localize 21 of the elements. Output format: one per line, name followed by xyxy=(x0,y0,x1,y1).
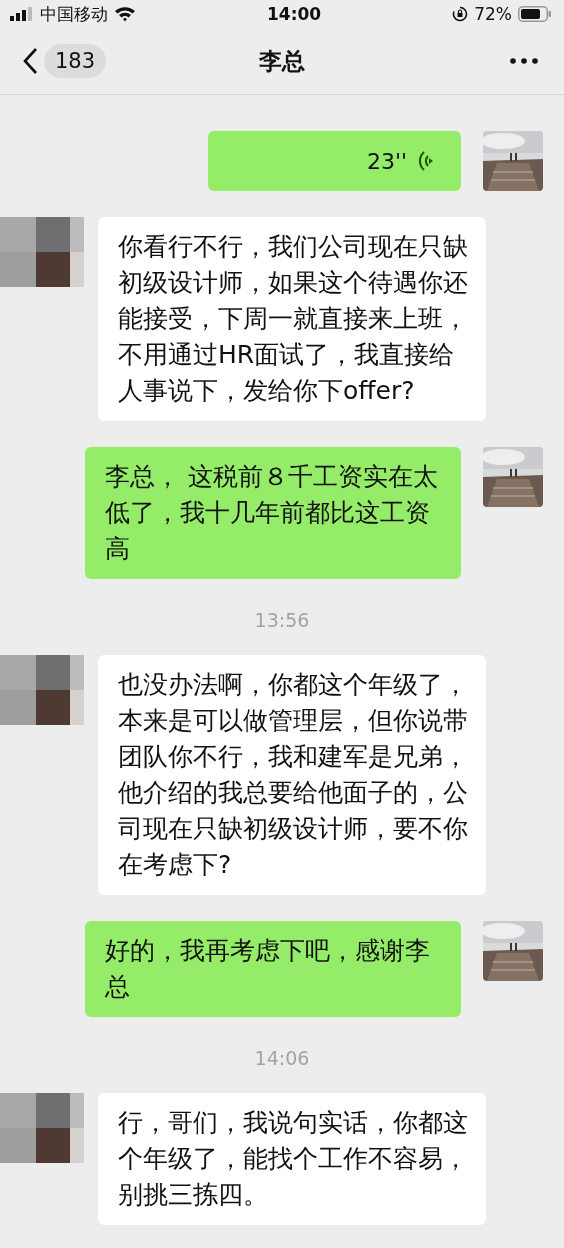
message-bubble: 你看行不行，我们公司现在只缺初级设计师，如果这个待遇你还能接受，下周一就直接来上班，不用通过HR面试了，我直接给人事说下，发给你下offer? xyxy=(98,217,486,421)
more-icon xyxy=(510,58,538,64)
battery-percent: 72% xyxy=(474,4,512,24)
battery-icon xyxy=(518,6,552,22)
back-button[interactable] xyxy=(22,47,38,75)
timestamp: 14:06 xyxy=(254,1047,310,1069)
timestamp: 13:56 xyxy=(254,609,310,631)
chat-title: 李总 xyxy=(259,46,305,76)
message-bubble: 行，哥们，我说句实话，你都这个年级了，能找个工作不容易，别挑三拣四。 xyxy=(98,1093,486,1225)
voice-wave-icon xyxy=(419,149,433,173)
message-bubble: 好的，我再考虑下吧，感谢李总 xyxy=(85,921,461,1017)
clock-time: 14:00 xyxy=(267,4,322,24)
message-bubble: 李总， 这税前８千工资实在太低了，我十几年前都比这工资高 xyxy=(85,447,461,579)
rotation-lock-icon xyxy=(452,6,469,22)
message-bubble: 也没办法啊，你都这个年级了，本来是可以做管理层，但你说带团队你不行，我和建军是兄弟，他介绍的我总要给他面子的，公司现在只缺初级设计师，要不你在考虑下? xyxy=(98,655,486,895)
wifi-icon xyxy=(114,6,136,22)
voice-message[interactable]: 23'' xyxy=(208,131,461,191)
unread-count: 183 xyxy=(44,44,107,78)
chevron-left-icon xyxy=(22,47,38,75)
carrier-name: 中国移动 xyxy=(40,2,108,26)
signal-icon xyxy=(10,7,34,21)
